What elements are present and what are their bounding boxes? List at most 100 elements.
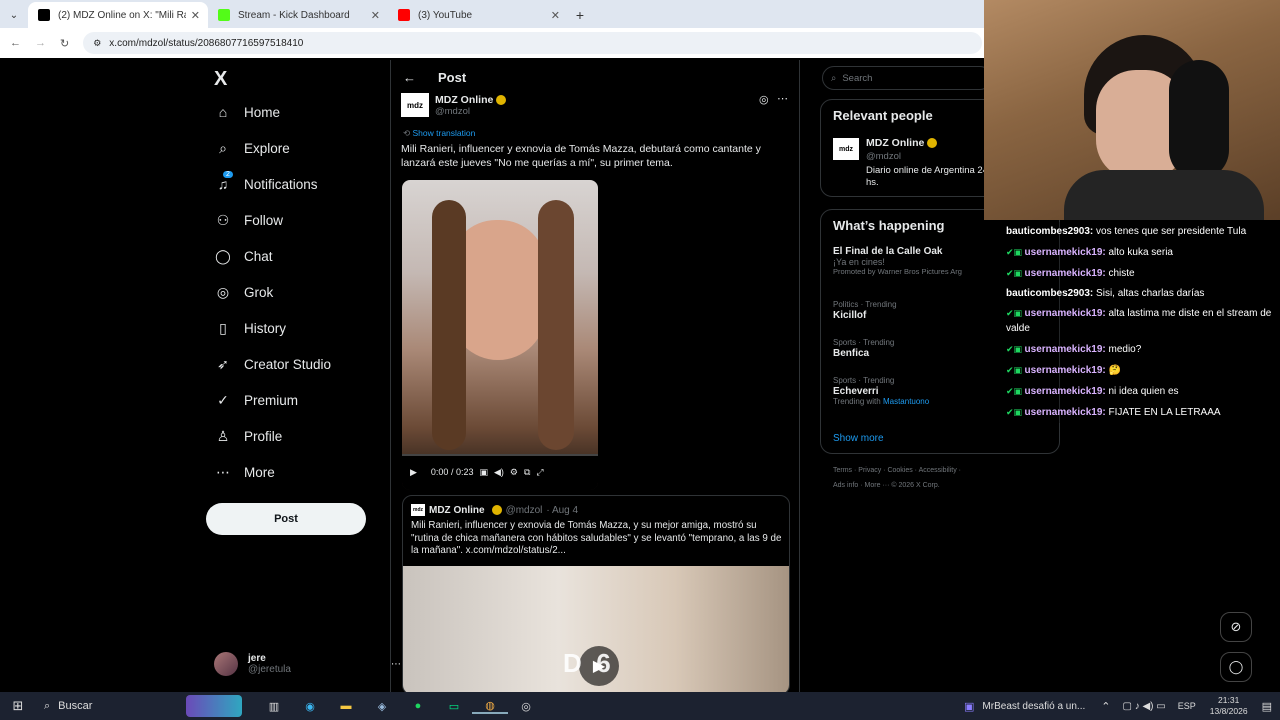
- show-more-link[interactable]: Show more: [833, 433, 884, 444]
- video-progress-track[interactable]: [402, 454, 598, 456]
- nav-item-label: Chat: [244, 248, 273, 264]
- nav-item-follow[interactable]: ⚇ Follow: [214, 211, 283, 229]
- notification-badge: 2: [223, 171, 233, 178]
- account-handle: @jeretula: [248, 664, 291, 675]
- nav-item-explore[interactable]: ⌕ Explore: [214, 139, 290, 157]
- nav-item-label: More: [244, 464, 275, 480]
- close-tab-icon[interactable]: ✕: [191, 9, 200, 22]
- nav-item-chat[interactable]: ◯ Chat: [214, 247, 273, 265]
- show-translation-label: Show translation: [412, 128, 476, 138]
- play-icon[interactable]: ▶: [410, 467, 417, 478]
- chat-fab[interactable]: ◯: [1220, 652, 1252, 682]
- tray-icons[interactable]: ▢ ♪ ◀) ▭: [1122, 701, 1165, 712]
- clock[interactable]: 21:31 13/8/2026: [1210, 695, 1248, 717]
- author-handle[interactable]: @mdzol: [435, 106, 506, 117]
- language-indicator[interactable]: ESP: [1178, 701, 1196, 711]
- video-player[interactable]: ▶ 0:00 / 0:23 ▣ ◀) ⚙ ⧉ ⤢: [402, 180, 598, 490]
- verified-badge-icon: [496, 94, 507, 105]
- news-widget-text[interactable]: MrBeast desafió a un...: [982, 701, 1085, 712]
- verified-badge-icon: [491, 505, 502, 515]
- badge-icon: ✔▣: [1006, 344, 1025, 354]
- mdz-avatar[interactable]: mdz: [401, 93, 429, 117]
- quoted-video-thumbnail[interactable]: ▶ D 6: [403, 566, 789, 692]
- nav-item-creator-studio[interactable]: ➶ Creator Studio: [214, 355, 331, 373]
- post-more-icon[interactable]: ⋯: [777, 92, 788, 105]
- url-text: x.com/mdzol/status/2086807716597518410: [109, 37, 304, 49]
- taskbar-search[interactable]: ⌕ Buscar: [36, 700, 186, 713]
- author-name[interactable]: MDZ Online: [435, 94, 493, 106]
- terminal-icon[interactable]: ▭: [436, 700, 472, 713]
- browser-tab[interactable]: (3) YouTube ✕: [388, 2, 568, 28]
- more-icon: ⋯: [216, 463, 230, 480]
- captions-icon[interactable]: ▣: [479, 467, 488, 478]
- post-button[interactable]: Post: [206, 503, 366, 535]
- nav-item-label: Follow: [244, 212, 284, 228]
- edge-icon[interactable]: ◉: [292, 700, 328, 713]
- fullscreen-icon[interactable]: ⤢: [536, 467, 543, 478]
- grok-icon[interactable]: ◎: [759, 93, 769, 106]
- footer-copyright[interactable]: Ads info · More ··· © 2026 X Corp.: [833, 482, 940, 489]
- chrome-icon[interactable]: ◍: [472, 699, 508, 714]
- nav-item-profile[interactable]: ♙ Profile: [214, 427, 283, 445]
- windows-start-icon[interactable]: ⊞: [0, 698, 36, 714]
- back-arrow-icon[interactable]: ←: [403, 70, 416, 85]
- forward-icon[interactable]: →: [35, 37, 46, 49]
- steam-icon[interactable]: ◈: [364, 700, 400, 713]
- nav-item-home[interactable]: ⌂ Home: [214, 103, 280, 121]
- nav-item-premium[interactable]: ✓ Premium: [214, 391, 298, 409]
- chat-message: bauticombes2903: vos tenes que ser presi…: [1000, 222, 1280, 242]
- verified-badge-icon: [927, 138, 938, 149]
- volume-icon[interactable]: ◀): [494, 467, 504, 478]
- quoted-handle: @mdzol: [505, 504, 543, 516]
- news-widget-icon[interactable]: ▣: [964, 700, 974, 713]
- trend-subtitle: Trending with: [833, 397, 883, 406]
- widgets-icon[interactable]: [186, 695, 242, 717]
- obs-icon[interactable]: ◎: [508, 700, 544, 713]
- taskbar-search-label: Buscar: [58, 700, 93, 712]
- relevant-avatar[interactable]: mdz: [833, 138, 859, 160]
- notification-center-icon[interactable]: ▤: [1262, 700, 1272, 713]
- reload-icon[interactable]: ↻: [60, 37, 69, 50]
- home-icon: ⌂: [218, 104, 228, 120]
- file-explorer-icon[interactable]: ▬: [328, 700, 364, 712]
- tab-title: (3) YouTube: [418, 9, 473, 21]
- grok-fab[interactable]: ⊘: [1220, 612, 1252, 642]
- task-view-icon[interactable]: ▥: [256, 700, 292, 713]
- quoted-post[interactable]: mdz MDZ Online @mdzol · Aug 4 Mili Ranie…: [402, 495, 790, 692]
- show-translation-link[interactable]: ⟲ Show translation: [403, 128, 475, 139]
- x-logo-icon[interactable]: X: [214, 68, 227, 91]
- verified-icon: ✓: [217, 391, 229, 408]
- nav-item-notifications[interactable]: ♫ Notifications 2: [214, 171, 318, 193]
- trend-link[interactable]: Mastantuono: [883, 397, 929, 406]
- nav-item-more[interactable]: ⋯ More: [214, 463, 275, 481]
- chat-message: ✔▣ usernamekick19: FIJATE EN LA LETRAAA: [1000, 402, 1280, 423]
- search-icon: ⌕: [44, 699, 51, 712]
- pip-icon[interactable]: ⧉: [524, 467, 530, 478]
- chat-username: bauticombes2903:: [1006, 288, 1094, 299]
- nav-item-history[interactable]: ▯ History: [214, 319, 286, 337]
- close-tab-icon[interactable]: ✕: [551, 9, 560, 22]
- browser-tab[interactable]: Stream - Kick Dashboard ✕: [208, 2, 388, 28]
- footer-links[interactable]: Terms · Privacy · Cookies · Accessibilit…: [833, 467, 961, 474]
- windows-taskbar: ⊞ ⌕ Buscar ▥ ◉ ▬ ◈ ● ▭ ◍ ◎ ▣ MrBeast des…: [0, 692, 1280, 720]
- nav-item-label: Home: [244, 104, 281, 120]
- relevant-name[interactable]: MDZ Online: [866, 137, 924, 149]
- streamer-headphones-shape: [1169, 60, 1229, 180]
- back-icon[interactable]: ←: [10, 37, 21, 49]
- profile-icon: ♙: [216, 427, 230, 444]
- clock-date: 13/8/2026: [1209, 706, 1248, 716]
- settings-icon[interactable]: ⚙: [510, 467, 518, 478]
- new-tab-button[interactable]: +: [568, 2, 592, 28]
- spotify-icon[interactable]: ●: [400, 700, 436, 712]
- tab-search-button[interactable]: ⌄: [0, 2, 28, 28]
- nav-item-grok[interactable]: ◎ Grok: [214, 283, 273, 301]
- browser-tab[interactable]: (2) MDZ Online on X: "Mili Rani ✕: [28, 2, 208, 28]
- close-tab-icon[interactable]: ✕: [371, 9, 380, 22]
- account-switcher[interactable]: jere @jeretula ⋯: [214, 652, 401, 676]
- tray-chevron-icon[interactable]: ⌃: [1101, 700, 1110, 713]
- url-bar[interactable]: ⚙ x.com/mdzol/status/2086807716597518410: [83, 32, 982, 54]
- chat-text: medio?: [1108, 344, 1142, 355]
- site-info-icon[interactable]: ⚙: [93, 38, 101, 49]
- search-input[interactable]: ⌕ Search: [822, 66, 992, 90]
- chat-text: 🤔: [1108, 365, 1121, 376]
